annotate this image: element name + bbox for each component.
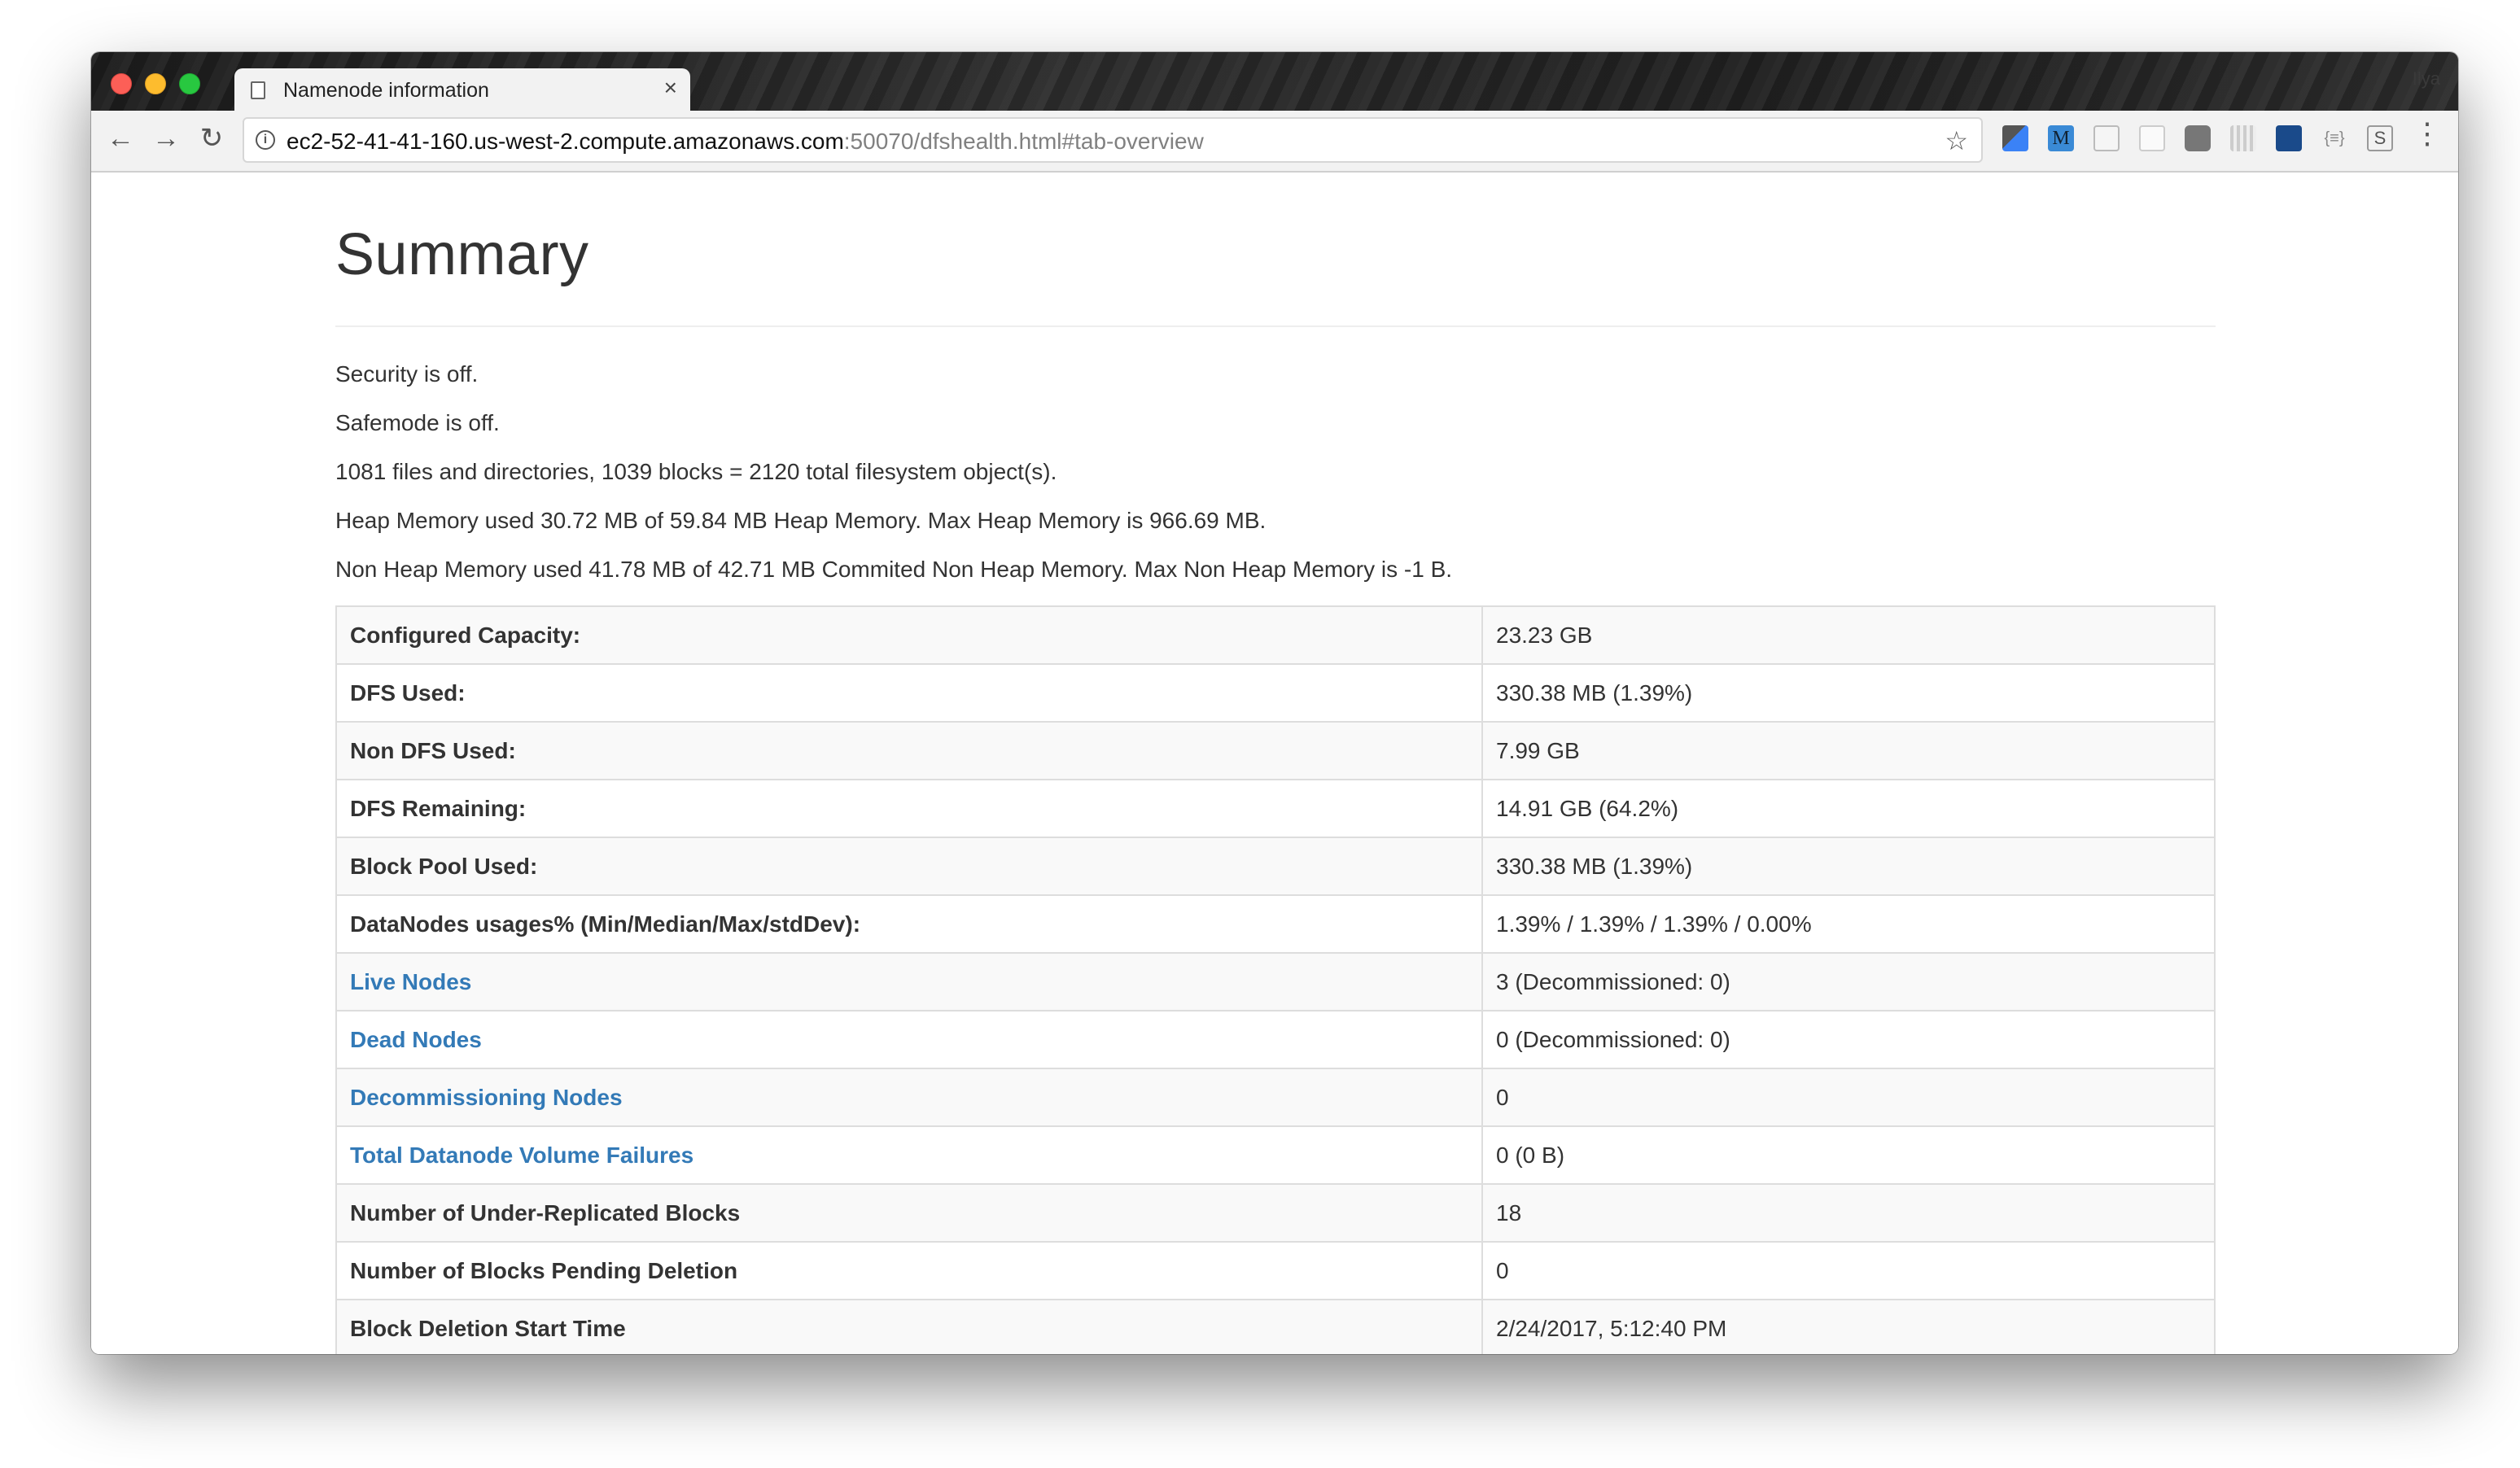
table-value-cell: 18 — [1481, 1183, 2216, 1243]
pocket-extension-icon[interactable] — [2185, 125, 2211, 151]
grid-extension-icon[interactable] — [2230, 125, 2256, 151]
maximize-window-button[interactable] — [179, 73, 200, 94]
table-label-link[interactable]: Decommissioning Nodes — [350, 1085, 623, 1110]
table-value-cell: 0 (0 B) — [1481, 1125, 2216, 1185]
heap-memory: Heap Memory used 30.72 MB of 59.84 MB He… — [335, 508, 1267, 533]
table-value-cell: 0 (Decommissioned: 0) — [1481, 1010, 2216, 1069]
table-value-cell: 0 — [1481, 1068, 2216, 1127]
table-row: Live Nodes 3 (Decommissioned: 0) — [335, 952, 2216, 1011]
table-label-cell: Number of Blocks Pending Deletion — [335, 1241, 1483, 1300]
table-label-cell: DFS Used: — [335, 663, 1483, 723]
security-status: Security is off. — [335, 361, 479, 387]
table-label-cell: Dead Nodes — [335, 1010, 1483, 1069]
table-value-cell: 14.91 GB (64.2%) — [1481, 779, 2216, 838]
table-row: DFS Used: 330.38 MB (1.39%) — [335, 663, 2216, 723]
browser-toolbar: ← → ↻ i ec2-52-41-41-160.us-west-2.compu… — [91, 111, 2458, 173]
profile-name[interactable]: Ilya — [2413, 68, 2440, 90]
table-row: Dead Nodes 0 (Decommissioned: 0) — [335, 1010, 2216, 1069]
table-row: Block Deletion Start Time 2/24/2017, 5:12… — [335, 1299, 2216, 1354]
table-row: Non DFS Used: 7.99 GB — [335, 721, 2216, 780]
url-path: :50070/dfshealth.html#tab-overview — [843, 129, 1204, 154]
title-bar: Namenode information × Ilya — [91, 52, 2458, 111]
table-label-cell: Non DFS Used: — [335, 721, 1483, 780]
forward-icon[interactable]: → — [150, 122, 182, 155]
table-row: DataNodes usages% (Min/Median/Max/stdDev… — [335, 894, 2216, 954]
table-value-cell: 23.23 GB — [1481, 605, 2216, 665]
table-row: Number of Under-Replicated Blocks 18 — [335, 1183, 2216, 1243]
non-heap-memory: Non Heap Memory used 41.78 MB of 42.71 M… — [335, 557, 1453, 582]
address-bar[interactable]: i ec2-52-41-41-160.us-west-2.compute.ama… — [243, 117, 1983, 163]
url-host: ec2-52-41-41-160.us-west-2.compute.amazo… — [287, 129, 844, 154]
table-label-cell: Live Nodes — [335, 952, 1483, 1011]
table-value-cell: 2/24/2017, 5:12:40 PM — [1481, 1299, 2216, 1354]
eyedropper-extension-icon[interactable] — [2002, 125, 2028, 151]
table-label-cell: Number of Under-Replicated Blocks — [335, 1183, 1483, 1243]
window-controls — [111, 73, 200, 94]
back-icon[interactable]: ← — [104, 122, 137, 155]
table-row: Block Pool Used: 330.38 MB (1.39%) — [335, 837, 2216, 896]
browser-window: Namenode information × Ilya ← → ↻ i ec2-… — [91, 52, 2458, 1354]
table-label-cell: Configured Capacity: — [335, 605, 1483, 665]
card-extension-icon[interactable] — [2093, 125, 2120, 151]
summary-table: Configured Capacity: 23.23 GB DFS Used: 330… — [335, 605, 2216, 1354]
table-value-cell: 3 (Decommissioned: 0) — [1481, 952, 2216, 1011]
filesystem-objects: 1081 files and directories, 1039 blocks … — [335, 459, 1057, 484]
table-label-cell: Total Datanode Volume Failures — [335, 1125, 1483, 1185]
tab-close-icon[interactable]: × — [664, 76, 677, 99]
info-icon[interactable]: i — [256, 130, 275, 150]
table-label-cell: Block Pool Used: — [335, 837, 1483, 896]
new-tab-button[interactable] — [598, 80, 662, 107]
table-value-cell: 1.39% / 1.39% / 1.39% / 0.00% — [1481, 894, 2216, 954]
table-label-link[interactable]: Total Datanode Volume Failures — [350, 1143, 693, 1168]
m-extension-icon[interactable]: M — [2048, 125, 2074, 151]
table-label-link[interactable]: Dead Nodes — [350, 1027, 482, 1052]
s-extension-icon[interactable]: S — [2367, 125, 2393, 151]
table-row: DFS Remaining: 14.91 GB (64.2%) — [335, 779, 2216, 838]
table-row: Number of Blocks Pending Deletion 0 — [335, 1241, 2216, 1300]
table-label-cell: DFS Remaining: — [335, 779, 1483, 838]
page-content: Summary Security is off. Safemode is off… — [91, 173, 2458, 1354]
note-extension-icon[interactable] — [2139, 125, 2165, 151]
json-extension-icon[interactable]: {≡} — [2321, 125, 2347, 151]
tab-title: Namenode information — [283, 79, 489, 102]
table-value-cell: 7.99 GB — [1481, 721, 2216, 780]
safemode-status: Safemode is off. — [335, 410, 500, 435]
title-divider — [335, 325, 2216, 327]
table-row: Configured Capacity: 23.23 GB — [335, 605, 2216, 665]
minimize-window-button[interactable] — [145, 73, 166, 94]
table-label-cell: DataNodes usages% (Min/Median/Max/stdDev… — [335, 894, 1483, 954]
table-value-cell: 0 — [1481, 1241, 2216, 1300]
table-label-link[interactable]: Live Nodes — [350, 969, 471, 994]
table-row: Total Datanode Volume Failures 0 (0 B) — [335, 1125, 2216, 1185]
table-value-cell: 330.38 MB (1.39%) — [1481, 837, 2216, 896]
page-title: Summary — [335, 222, 589, 287]
bookmark-star-icon[interactable]: ☆ — [1945, 125, 1968, 156]
table-label-cell: Block Deletion Start Time — [335, 1299, 1483, 1354]
reload-icon[interactable]: ↻ — [195, 122, 228, 155]
table-value-cell: 330.38 MB (1.39%) — [1481, 663, 2216, 723]
table-row: Decommissioning Nodes 0 — [335, 1068, 2216, 1127]
close-window-button[interactable] — [111, 73, 132, 94]
menu-icon[interactable]: ⋮ — [2413, 119, 2442, 148]
url-text[interactable]: ec2-52-41-41-160.us-west-2.compute.amazo… — [287, 129, 1204, 155]
chart-extension-icon[interactable] — [2276, 125, 2302, 151]
table-label-cell: Decommissioning Nodes — [335, 1068, 1483, 1127]
page-icon — [251, 81, 265, 99]
